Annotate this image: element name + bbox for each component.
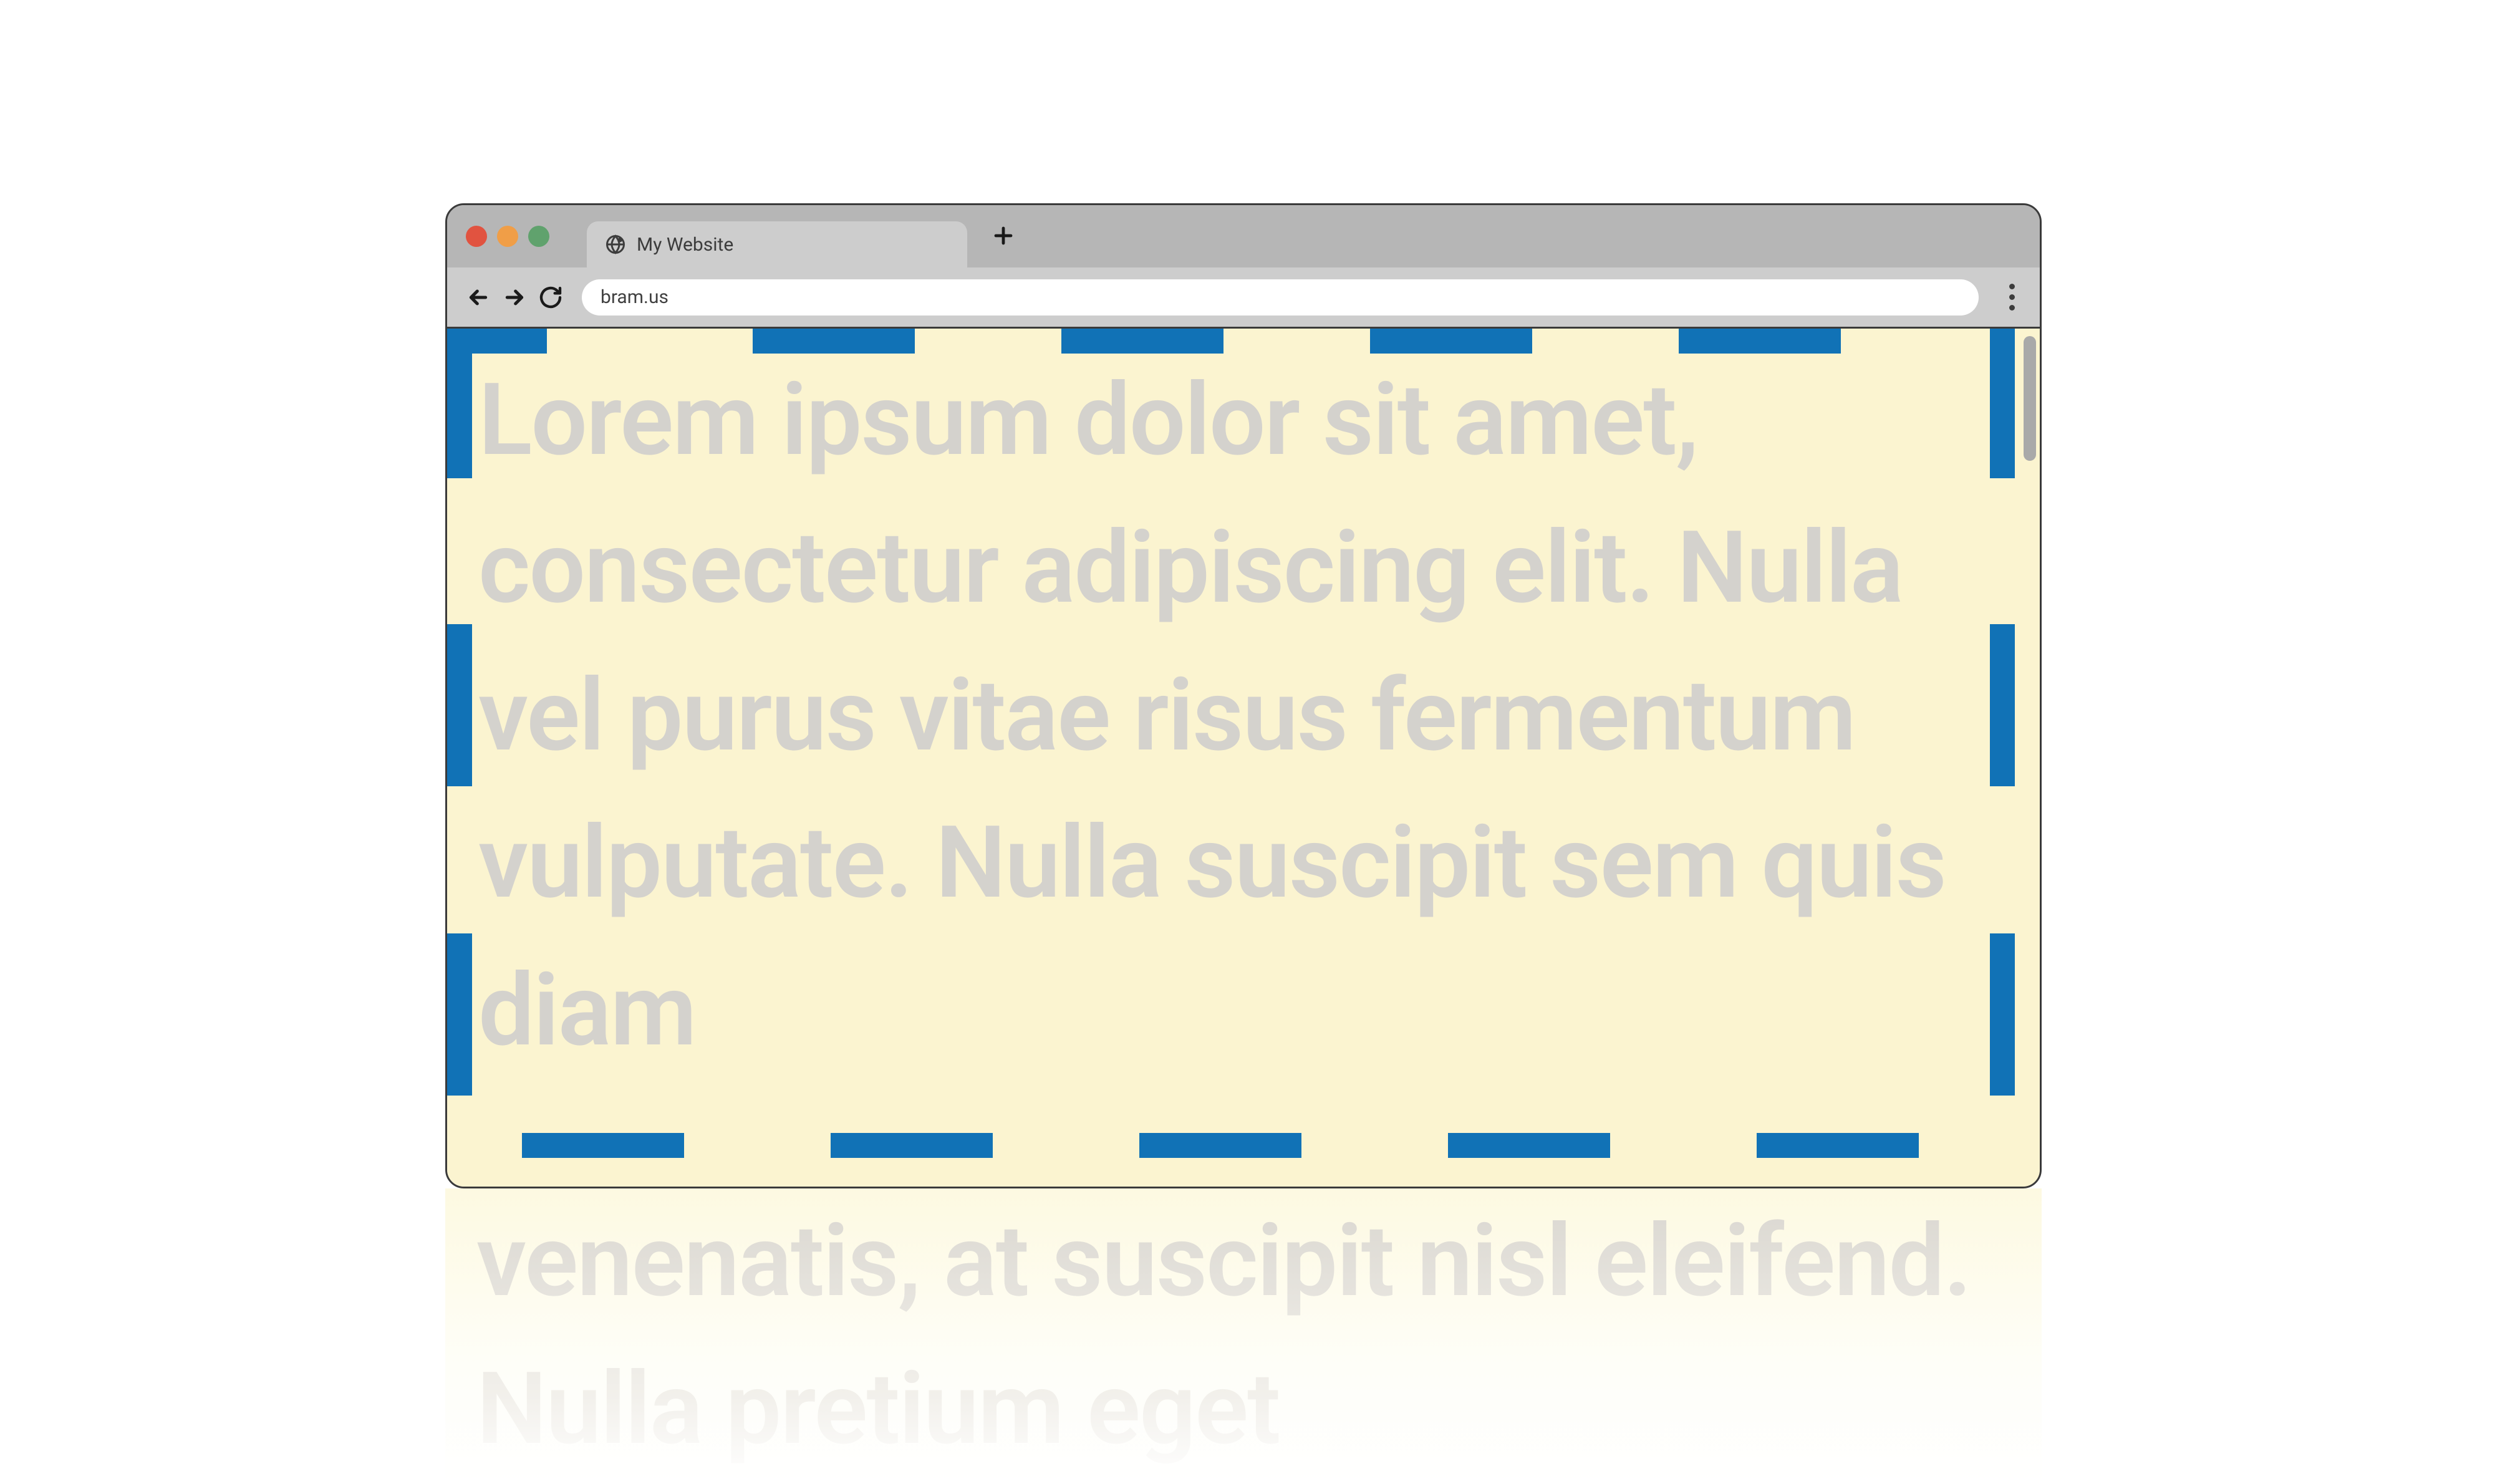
viewport: Lorem ipsum dolor sit amet, consectetur …: [447, 327, 2040, 1187]
minimize-window-button[interactable]: [497, 226, 518, 247]
scrollbar-thumb[interactable]: [2024, 336, 2036, 461]
reload-button[interactable]: [538, 285, 563, 310]
window-controls: [466, 226, 549, 247]
browser-tab[interactable]: My Website: [587, 221, 967, 267]
maximize-window-button[interactable]: [528, 226, 549, 247]
tab-title: My Website: [637, 234, 733, 256]
url-text: bram.us: [601, 286, 668, 308]
browser-window: My Website bram.us: [445, 203, 2042, 1188]
nav-bar: bram.us: [447, 267, 2040, 327]
overflow-reflection: venenatis, at suscipit nisl eleifend. Nu…: [445, 1188, 2042, 1484]
page-paragraph: Lorem ipsum dolor sit amet, consectetur …: [478, 347, 1996, 1086]
favicon-icon: [604, 233, 627, 256]
browser-menu-button[interactable]: [2002, 284, 2021, 311]
forward-button[interactable]: [502, 285, 527, 310]
back-button[interactable]: [466, 285, 491, 310]
address-bar[interactable]: bram.us: [582, 279, 1979, 316]
tab-bar: My Website: [447, 205, 2040, 267]
overflow-text: venenatis, at suscipit nisl eleifend. Nu…: [476, 1188, 1998, 1484]
new-tab-button[interactable]: [992, 220, 1015, 253]
close-window-button[interactable]: [466, 226, 487, 247]
